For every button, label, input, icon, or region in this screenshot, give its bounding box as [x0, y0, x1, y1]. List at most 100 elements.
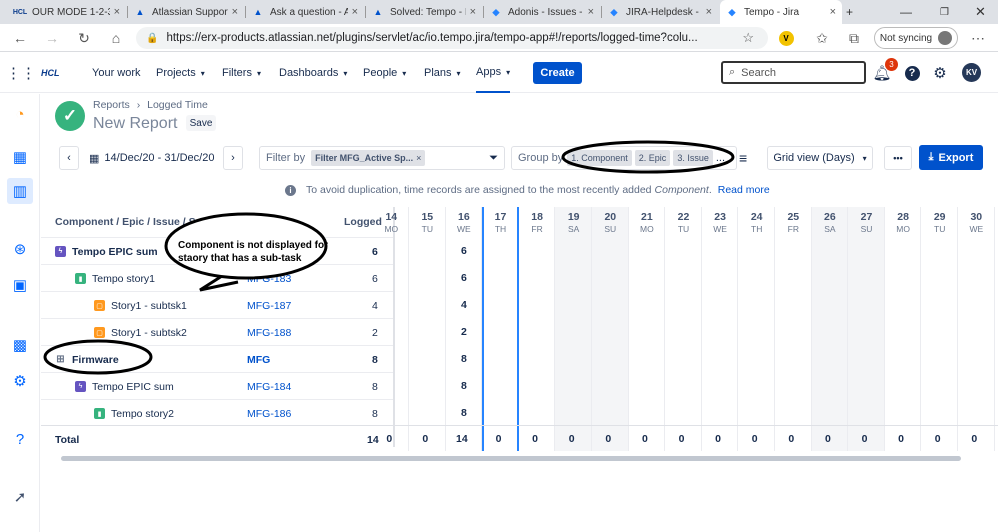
star-icon[interactable]: ☆ [742, 30, 754, 46]
page-title[interactable]: New Report [93, 115, 177, 133]
group-chip-component[interactable]: 1. Component [567, 150, 632, 166]
group-chip-epic[interactable]: 2. Epic [634, 150, 671, 166]
day-value[interactable]: 2 [446, 326, 483, 338]
browser-tab[interactable]: ▲ Atlassian Support × [128, 0, 244, 24]
day-value[interactable]: 8 [446, 353, 483, 365]
group-by-field[interactable]: Group by 1. Component 2. Epic 3. Issue .… [511, 146, 737, 170]
issue-key-link[interactable]: MFG [247, 346, 270, 373]
apps-icon[interactable]: ▩ [10, 335, 30, 355]
row-name[interactable]: ▢ Story1 - subtsk2 [94, 319, 187, 346]
calendar-icon[interactable]: ▦ [10, 147, 30, 167]
browser-tab[interactable]: HCL OUR MODE 1-2-3 × [8, 0, 126, 24]
row-name[interactable]: ▢ Story1 - subtsk1 [94, 292, 187, 319]
favorites-icon[interactable]: ✩ [812, 28, 832, 48]
day-header[interactable]: 30 WE [958, 207, 995, 237]
day-value[interactable]: 6 [446, 272, 483, 284]
browser-tab[interactable]: ◆ JIRA-Helpdesk - I × [602, 0, 718, 24]
read-more-link[interactable]: Read more [718, 184, 770, 196]
day-header[interactable]: 19 SA [555, 207, 592, 237]
day-header[interactable]: 27 SU [848, 207, 885, 237]
close-icon[interactable]: × [232, 6, 238, 18]
nav-plans[interactable]: Plans ▾ [424, 53, 461, 93]
browser-tab[interactable]: ▲ Solved: Tempo - I × [366, 0, 482, 24]
column-header-name[interactable]: Component / Epic / Issue / Sub-task ⇅ [55, 207, 244, 237]
collections-icon[interactable]: ⧉ [844, 28, 864, 48]
row-name[interactable]: ϟ Tempo EPIC sum [75, 373, 174, 400]
filter-chip[interactable]: Filter MFG_Active Sp... × [311, 150, 426, 166]
table-row[interactable]: ▮ Tempo story2 MFG-186 8 [41, 399, 393, 426]
list-icon[interactable]: ≡ [739, 146, 753, 170]
logo[interactable]: HCL [41, 53, 60, 93]
next-period-button[interactable]: › [223, 146, 243, 170]
accounts-icon[interactable]: ▣ [10, 275, 30, 295]
avatar[interactable]: KV [962, 63, 981, 82]
day-value[interactable]: 8 [446, 407, 483, 419]
table-row[interactable]: ▢ Story1 - subtsk1 MFG-187 4 [41, 291, 393, 318]
reports-icon[interactable]: ▥ [7, 178, 33, 204]
day-header[interactable]: 20 SU [592, 207, 629, 237]
table-row[interactable]: ⊞ Firmware MFG 8 [41, 345, 393, 372]
horizontal-scrollbar[interactable] [61, 456, 961, 461]
row-name[interactable]: ϟ Tempo EPIC sum [55, 238, 158, 265]
day-header[interactable]: 26 SA [812, 207, 849, 237]
day-value[interactable]: 8 [446, 380, 483, 392]
day-header[interactable]: 15 TU [409, 207, 446, 237]
filter-icon[interactable]: ⏷ [489, 152, 498, 165]
day-value[interactable]: 4 [446, 299, 483, 311]
table-row[interactable]: ▢ Story1 - subtsk2 MFG-188 2 [41, 318, 393, 345]
close-icon[interactable]: × [830, 6, 836, 18]
url-field[interactable]: 🔒 https://erx-products.atlassian.net/plu… [136, 27, 768, 49]
sync-button[interactable]: Not syncing [874, 27, 958, 49]
more-icon[interactable]: ⋯ [968, 28, 988, 48]
row-name[interactable]: ▮ Tempo story2 [94, 400, 174, 427]
pin-icon[interactable]: ➚ [10, 487, 30, 507]
day-header[interactable]: 21 MO [629, 207, 666, 237]
day-header[interactable]: 23 WE [702, 207, 739, 237]
day-header[interactable]: 14 MO [373, 207, 410, 237]
group-chip-issue[interactable]: 3. Issue [673, 150, 713, 166]
close-icon[interactable]: × [706, 6, 712, 18]
gear-icon[interactable]: ⚙ [931, 64, 949, 82]
breadcrumb-reports[interactable]: Reports [93, 99, 130, 111]
settings-icon[interactable]: ⚙ [10, 371, 30, 391]
day-header[interactable]: 22 TU [665, 207, 702, 237]
teams-icon[interactable]: ⊛ [10, 239, 30, 259]
issue-key-link[interactable]: MFG-183 [247, 265, 291, 292]
nav-people[interactable]: People ▾ [363, 53, 406, 93]
day-header[interactable]: 25 FR [775, 207, 812, 237]
day-header[interactable]: 16 WE [446, 207, 483, 237]
tempo-logo-icon[interactable]: ◔ [10, 104, 30, 124]
search-input[interactable]: ⌕ Search [721, 61, 866, 84]
nav-projects[interactable]: Projects ▾ [156, 53, 205, 93]
save-button[interactable]: Save [186, 115, 216, 131]
help-icon[interactable]: ? [10, 429, 30, 449]
forward-icon[interactable]: → [42, 28, 62, 48]
back-icon[interactable]: ← [10, 28, 30, 48]
minimize-button[interactable]: — [900, 0, 912, 24]
table-row[interactable]: ▮ Tempo story1 MFG-183 6 [41, 264, 393, 291]
close-icon[interactable]: × [588, 6, 594, 18]
issue-key-link[interactable]: MFG-186 [247, 400, 291, 427]
home-icon[interactable]: ⌂ [106, 28, 126, 48]
reload-icon[interactable]: ↻ [74, 28, 94, 48]
app-switcher-icon[interactable]: ⋮⋮ [6, 64, 36, 82]
extension-icon[interactable]: V [776, 28, 796, 48]
column-header-key[interactable]: Key [247, 207, 266, 237]
close-icon[interactable]: × [352, 6, 358, 18]
day-value[interactable]: 6 [446, 245, 483, 257]
row-name[interactable]: ▮ Tempo story1 [75, 265, 155, 292]
table-row[interactable]: ϟ Tempo EPIC sum MFG-184 8 [41, 372, 393, 399]
browser-tab-active[interactable]: ◆ Tempo - Jira × [720, 0, 842, 24]
view-select[interactable]: Grid view (Days) ▾ [767, 146, 873, 170]
issue-key-link[interactable]: MFG-184 [247, 373, 291, 400]
day-header[interactable]: 28 MO [885, 207, 922, 237]
close-icon[interactable]: × [470, 6, 476, 18]
browser-tab[interactable]: ◆ Adonis - Issues - J × [484, 0, 600, 24]
prev-period-button[interactable]: ‹ [59, 146, 79, 170]
browser-tab[interactable]: ▲ Ask a question - A × [246, 0, 364, 24]
new-tab-button[interactable]: + [846, 0, 853, 24]
nav-your-work[interactable]: Your work [92, 53, 141, 93]
day-header[interactable]: 29 TU [921, 207, 958, 237]
day-header[interactable]: 18 FR [519, 207, 556, 237]
close-icon[interactable]: × [114, 6, 120, 18]
